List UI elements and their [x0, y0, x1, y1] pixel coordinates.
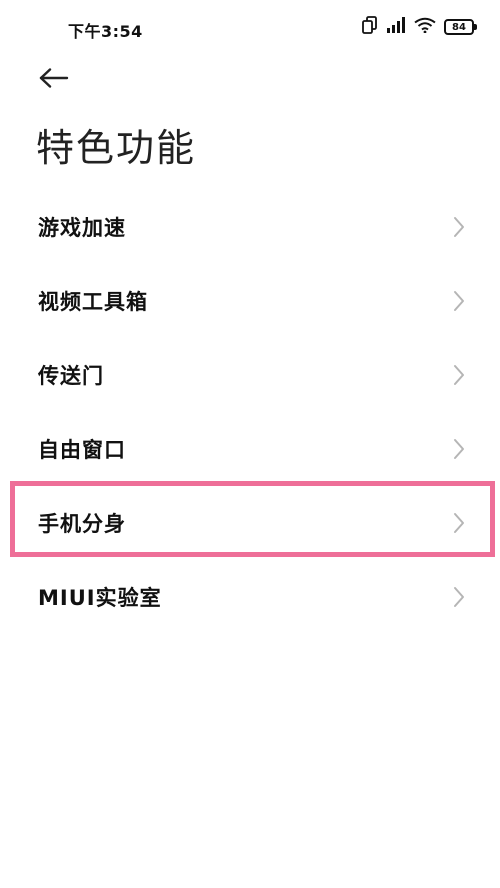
- chevron-right-icon: [452, 585, 466, 609]
- chevron-right-icon: [452, 215, 466, 239]
- dual-sim-icon: [362, 16, 378, 38]
- status-time: 下午3:54: [68, 22, 143, 41]
- menu-item-free-window[interactable]: 自由窗口: [0, 412, 500, 486]
- status-icons: 84: [362, 16, 477, 38]
- chevron-right-icon: [452, 511, 466, 535]
- menu-item-game-acceleration[interactable]: 游戏加速: [0, 190, 500, 264]
- menu-item-label: 手机分身: [38, 512, 126, 536]
- chevron-right-icon: [452, 363, 466, 387]
- back-button[interactable]: [36, 62, 72, 98]
- chevron-right-icon: [452, 437, 466, 461]
- battery-level: 84: [452, 21, 466, 33]
- menu-item-label: MIUI实验室: [38, 586, 162, 610]
- menu-item-label: 传送门: [38, 364, 104, 388]
- page-title: 特色功能: [36, 126, 197, 170]
- menu-item-video-toolbox[interactable]: 视频工具箱: [0, 264, 500, 338]
- status-bar: 下午3:54 84: [0, 0, 500, 56]
- menu-item-portal[interactable]: 传送门: [0, 338, 500, 412]
- battery-icon: 84: [444, 19, 477, 35]
- menu-item-label: 视频工具箱: [38, 290, 148, 314]
- menu-item-label: 游戏加速: [38, 216, 126, 240]
- arrow-left-icon: [39, 68, 69, 92]
- menu-list: 游戏加速 视频工具箱 传送门 自由窗口 手机分身 MIUI实验室: [0, 190, 500, 634]
- menu-item-second-space[interactable]: 手机分身: [0, 486, 500, 560]
- wifi-icon: [414, 17, 436, 37]
- chevron-right-icon: [452, 289, 466, 313]
- signal-bars-icon: [386, 17, 406, 37]
- menu-item-label: 自由窗口: [38, 438, 126, 462]
- menu-item-miui-lab[interactable]: MIUI实验室: [0, 560, 500, 634]
